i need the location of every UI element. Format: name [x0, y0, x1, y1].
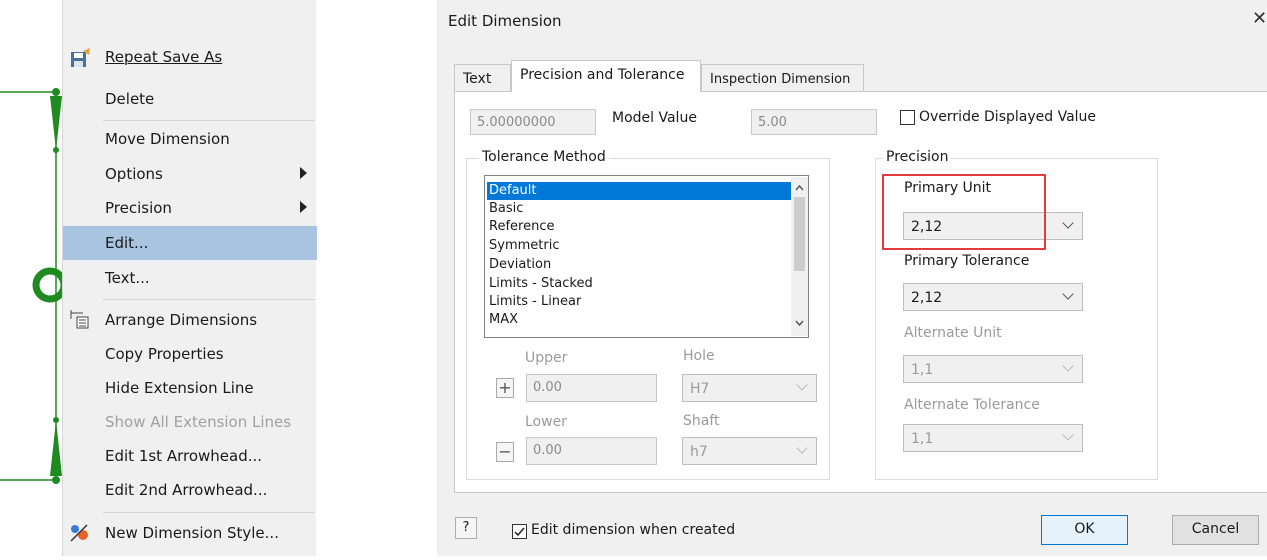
menu-item-repeat-save-as[interactable]: Repeat Save As [63, 40, 317, 74]
lower-tolerance-field[interactable]: 0.00 [526, 437, 657, 465]
list-item[interactable]: MAX [487, 311, 518, 329]
tab-text[interactable]: Text [454, 64, 511, 91]
list-item[interactable]: Deviation [487, 256, 551, 274]
alternate-tolerance-select[interactable]: 1,1 [903, 424, 1083, 452]
menu-item-label: Edit 2nd Arrowhead... [105, 481, 268, 499]
menu-item-label: Arrange Dimensions [105, 311, 258, 329]
highlight-annotation-box [882, 174, 1046, 250]
tab-precision-and-tolerance[interactable]: Precision and Tolerance [511, 60, 701, 92]
list-item[interactable]: Reference [487, 218, 554, 236]
upper-tolerance-field[interactable]: 0.00 [526, 374, 657, 402]
alternate-unit-value: 1,1 [911, 362, 934, 378]
chevron-down-icon [1062, 288, 1074, 300]
primary-tolerance-label: Primary Tolerance [904, 253, 1030, 269]
alternate-unit-select[interactable]: 1,1 [903, 355, 1083, 383]
menu-item-label: New Dimension Style... [105, 524, 279, 542]
menu-separator [103, 299, 315, 300]
menu-item-copy-properties[interactable]: Copy Properties [63, 337, 317, 371]
menu-separator [103, 512, 315, 513]
model-value-label: Model Value [612, 110, 697, 126]
save-as-icon [71, 48, 90, 67]
checkmark-icon [514, 527, 525, 537]
menu-item-move-dimension[interactable]: Move Dimension [63, 122, 317, 156]
menu-item-label: Edit 1st Arrowhead... [105, 447, 263, 465]
shaft-fit-select[interactable]: h7 [682, 437, 817, 465]
arrange-dimensions-icon [70, 310, 89, 329]
displayed-value-field[interactable]: 5.00 [751, 109, 877, 135]
menu-item-label: Repeat Save As [105, 48, 223, 66]
upper-label: Upper [525, 350, 568, 366]
plus-icon[interactable]: + [496, 378, 514, 398]
list-item[interactable]: Symmetric [487, 237, 559, 255]
chevron-down-icon [1062, 360, 1074, 372]
hole-fit-select[interactable]: H7 [682, 374, 817, 402]
scrollbar-graphic [794, 184, 805, 327]
tab-inspection-dimension[interactable]: Inspection Dimension [701, 64, 864, 91]
menu-item-label: Copy Properties [105, 345, 224, 363]
primary-tolerance-value: 2,12 [911, 290, 943, 306]
primary-tolerance-select[interactable]: 2,12 [903, 283, 1083, 311]
menu-item-options[interactable]: Options [63, 157, 317, 191]
menu-item-label: Options [105, 165, 163, 183]
context-menu: Repeat Save As Delete Move Dimension Opt… [62, 0, 317, 556]
menu-item-label: Move Dimension [105, 130, 230, 148]
dialog-title: Edit Dimension [448, 12, 562, 30]
cancel-button[interactable]: Cancel [1172, 515, 1259, 545]
edit-when-created-checkbox[interactable] [512, 524, 527, 539]
hole-fit-value: H7 [690, 381, 710, 397]
chevron-down-icon [1062, 429, 1074, 441]
menu-item-label: Text... [105, 269, 150, 287]
minus-icon[interactable]: − [496, 442, 514, 462]
edit-when-created-label: Edit dimension when created [531, 522, 736, 538]
menu-item-label: Hide Extension Line [105, 379, 254, 397]
close-icon[interactable]: ✕ [1252, 8, 1267, 29]
menu-item-label: Precision [105, 199, 172, 217]
list-scrollbar[interactable] [791, 177, 808, 336]
model-value-field[interactable]: 5.00000000 [470, 109, 596, 135]
override-displayed-value-checkbox[interactable] [900, 110, 915, 125]
menu-item-show-all-extension-lines: Show All Extension Lines [63, 405, 317, 439]
tab-label: Inspection Dimension [710, 72, 851, 87]
tolerance-method-list[interactable]: Default Basic Reference Symmetric Deviat… [484, 175, 809, 338]
alternate-tolerance-value: 1,1 [911, 431, 934, 447]
shaft-label: Shaft [683, 413, 720, 429]
menu-separator [103, 120, 315, 121]
menu-item-edit-2nd-arrowhead[interactable]: Edit 2nd Arrowhead... [63, 473, 317, 507]
ok-button[interactable]: OK [1041, 515, 1128, 545]
alternate-unit-label: Alternate Unit [904, 325, 1002, 341]
chevron-down-icon [1062, 217, 1074, 229]
menu-item-hide-extension-line[interactable]: Hide Extension Line [63, 371, 317, 405]
shaft-fit-value: h7 [690, 444, 708, 460]
help-icon[interactable]: ? [455, 517, 477, 539]
menu-item-label: Show All Extension Lines [105, 413, 292, 431]
chevron-down-icon [796, 442, 808, 454]
menu-item-new-dimension-style[interactable]: New Dimension Style... [63, 516, 317, 550]
dimension-style-icon [70, 524, 88, 542]
precision-title: Precision [883, 149, 952, 165]
tab-label: Precision and Tolerance [520, 67, 685, 83]
tolerance-method-title: Tolerance Method [479, 149, 609, 165]
list-item[interactable]: Limits - Stacked [487, 275, 593, 293]
tab-label: Text [463, 71, 492, 87]
chevron-down-icon [796, 379, 808, 391]
list-item[interactable]: Limits - Linear [487, 293, 581, 311]
override-displayed-value-label: Override Displayed Value [919, 109, 1097, 125]
hole-label: Hole [683, 348, 715, 364]
drawing-canvas[interactable] [0, 0, 68, 556]
menu-item-delete[interactable]: Delete [63, 82, 317, 116]
alternate-tolerance-label: Alternate Tolerance [904, 397, 1040, 413]
menu-item-edit-1st-arrowhead[interactable]: Edit 1st Arrowhead... [63, 439, 317, 473]
list-item[interactable]: Default [487, 182, 793, 200]
lower-label: Lower [525, 414, 567, 430]
menu-item-arrange-dimensions[interactable]: Arrange Dimensions [63, 303, 317, 337]
list-item[interactable]: Basic [487, 200, 523, 218]
menu-item-text[interactable]: Text... [63, 261, 317, 295]
menu-item-precision[interactable]: Precision [63, 191, 317, 225]
submenu-arrow-icon [300, 201, 307, 213]
menu-item-edit[interactable]: Edit... [63, 226, 317, 260]
menu-item-label: Edit... [105, 234, 149, 252]
submenu-arrow-icon [300, 167, 307, 179]
dimension-drawing [0, 88, 68, 484]
menu-item-label: Delete [105, 90, 155, 108]
